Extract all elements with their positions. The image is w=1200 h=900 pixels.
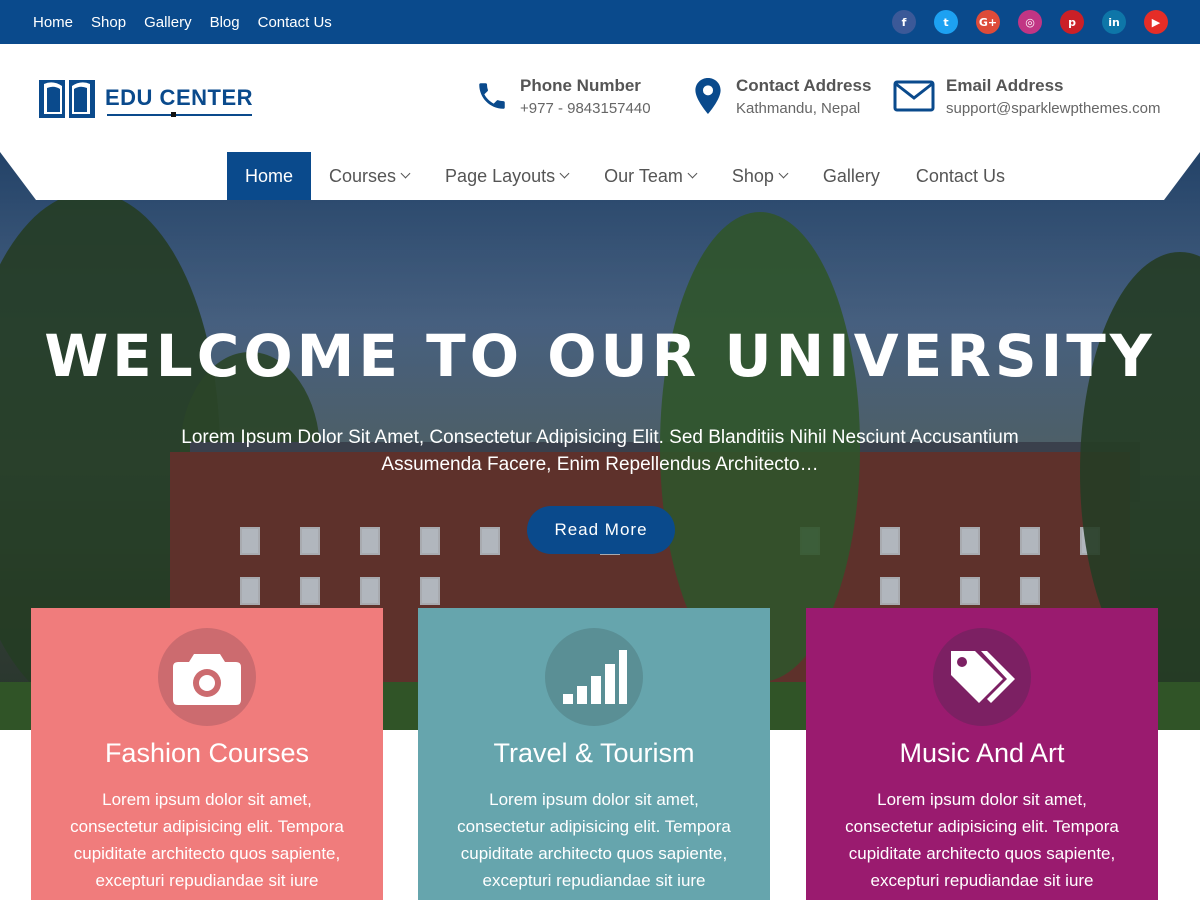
feature-card-travel[interactable]: Travel & Tourism Lorem ipsum dolor sit a… bbox=[418, 608, 770, 900]
nav-item-contact[interactable]: Contact Us bbox=[898, 152, 1023, 200]
logo-underline bbox=[107, 114, 252, 116]
main-navigation: Home Courses Page Layouts Our Team Shop … bbox=[0, 152, 1200, 200]
logo-dot bbox=[171, 112, 176, 117]
google-plus-icon[interactable]: G+ bbox=[976, 10, 1000, 34]
open-book-icon bbox=[39, 80, 95, 118]
site-header: EDU CENTER Phone Number +977 - 984315744… bbox=[0, 44, 1200, 152]
nav-item-courses[interactable]: Courses bbox=[311, 152, 427, 200]
facebook-icon[interactable]: f bbox=[892, 10, 916, 34]
tags-icon bbox=[933, 628, 1031, 726]
top-nav: Home Shop Gallery Blog Contact Us bbox=[33, 0, 332, 44]
chevron-down-icon bbox=[687, 168, 698, 179]
top-nav-home[interactable]: Home bbox=[33, 14, 73, 31]
nav-item-gallery[interactable]: Gallery bbox=[805, 152, 898, 200]
logo-text: EDU CENTER bbox=[105, 85, 254, 110]
card-text: Lorem ipsum dolor sit amet, consectetur … bbox=[457, 790, 731, 890]
address-title: Contact Address bbox=[736, 76, 872, 95]
card-text: Lorem ipsum dolor sit amet, consectetur … bbox=[70, 790, 344, 890]
nav-item-our-team[interactable]: Our Team bbox=[586, 152, 714, 200]
chevron-down-icon bbox=[778, 168, 789, 179]
top-nav-blog[interactable]: Blog bbox=[210, 14, 240, 31]
nav-item-label: Shop bbox=[731, 165, 774, 186]
phone-value[interactable]: +977 - 9843157440 bbox=[520, 100, 651, 117]
chevron-down-icon bbox=[559, 168, 570, 179]
nav-item-label: Gallery bbox=[822, 165, 880, 186]
nav-item-page-layouts[interactable]: Page Layouts bbox=[427, 152, 586, 200]
nav-item-label: Page Layouts bbox=[445, 165, 556, 186]
email-title: Email Address bbox=[946, 76, 1064, 95]
twitter-icon[interactable]: t bbox=[934, 10, 958, 34]
signal-bars-icon bbox=[545, 628, 643, 726]
phone-title: Phone Number bbox=[520, 76, 641, 95]
feature-card-music[interactable]: Music And Art Lorem ipsum dolor sit amet… bbox=[806, 608, 1158, 900]
phone-contact: Phone Number +977 - 9843157440 bbox=[474, 76, 651, 117]
nav-item-label: Courses bbox=[329, 165, 397, 186]
feature-card-fashion[interactable]: Fashion Courses Lorem ipsum dolor sit am… bbox=[31, 608, 383, 900]
social-links: f t G+ ◎ p in ▶ bbox=[892, 10, 1168, 34]
pinterest-icon[interactable]: p bbox=[1060, 10, 1084, 34]
card-title: Fashion Courses bbox=[104, 738, 310, 768]
card-title: Travel & Tourism bbox=[493, 738, 695, 768]
address-contact: Contact Address Kathmandu, Nepal bbox=[690, 76, 871, 117]
site-logo[interactable]: EDU CENTER bbox=[37, 74, 253, 122]
email-value[interactable]: support@sparklewpthemes.com bbox=[946, 100, 1160, 117]
top-nav-gallery[interactable]: Gallery bbox=[144, 14, 192, 31]
linkedin-icon[interactable]: in bbox=[1102, 10, 1126, 34]
card-title: Music And Art bbox=[899, 738, 1065, 768]
nav-item-label: Our Team bbox=[604, 165, 683, 186]
top-bar: Home Shop Gallery Blog Contact Us f t G+… bbox=[0, 0, 1200, 44]
hero-description: Lorem Ipsum Dolor Sit Amet, Consectetur … bbox=[181, 427, 1019, 475]
youtube-icon[interactable]: ▶ bbox=[1144, 10, 1168, 34]
read-more-button[interactable]: Read More bbox=[527, 506, 675, 554]
phone-icon bbox=[474, 78, 510, 114]
hero-title: WELCOME TO OUR UNIVERSITY bbox=[44, 322, 1156, 390]
camera-icon bbox=[158, 628, 256, 726]
card-text: Lorem ipsum dolor sit amet, consectetur … bbox=[845, 790, 1119, 890]
nav-item-shop[interactable]: Shop bbox=[714, 152, 805, 200]
chevron-down-icon bbox=[400, 168, 411, 179]
top-nav-shop[interactable]: Shop bbox=[91, 14, 126, 31]
map-pin-icon bbox=[690, 78, 726, 114]
address-value: Kathmandu, Nepal bbox=[736, 100, 861, 117]
nav-item-label: Contact Us bbox=[915, 165, 1005, 186]
nav-item-label: Home bbox=[245, 165, 294, 186]
email-contact: Email Address support@sparklewpthemes.co… bbox=[892, 76, 1160, 117]
main-nav-menu: Home Courses Page Layouts Our Team Shop … bbox=[227, 152, 1023, 200]
nav-item-home[interactable]: Home bbox=[227, 152, 312, 200]
top-nav-contact[interactable]: Contact Us bbox=[258, 14, 332, 31]
envelope-icon bbox=[892, 78, 936, 114]
instagram-icon[interactable]: ◎ bbox=[1018, 10, 1042, 34]
